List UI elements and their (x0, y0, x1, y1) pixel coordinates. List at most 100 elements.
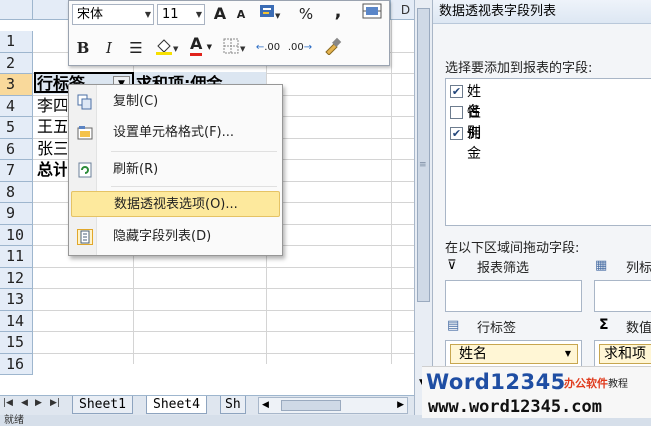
font-color-button[interactable]: A ▼ (187, 34, 215, 57)
cell-a4[interactable]: 李四 (37, 95, 67, 116)
font-name-combo[interactable]: 宋体 ▼ (72, 4, 154, 25)
scroll-thumb[interactable] (417, 8, 430, 302)
increase-decimal-button[interactable]: ←.00 (253, 37, 283, 59)
menu-item-label: 复制(C) (113, 94, 159, 109)
gridline (33, 288, 414, 289)
comma-style-button[interactable]: , (329, 1, 347, 23)
row-header[interactable]: 1 (0, 31, 33, 53)
columns-drop-area[interactable] (594, 280, 651, 312)
decrease-decimal-button[interactable]: .00→ (285, 37, 315, 59)
last-sheet-icon[interactable]: ▶| (50, 398, 60, 408)
vertical-scrollbar[interactable]: ≡ ▼ (414, 0, 432, 415)
first-sheet-icon[interactable]: |◀ (3, 398, 13, 408)
watermark-url: www.word12345.com (428, 397, 602, 417)
checkbox-unchecked[interactable] (450, 106, 463, 119)
menu-item-pivot-options[interactable]: 数据透视表选项(O)... (71, 191, 280, 217)
menu-item-label: 设置单元格格式(F)... (113, 125, 235, 140)
percent-style-button[interactable]: % (295, 3, 317, 25)
menu-item-copy[interactable]: 复制(C) (71, 89, 280, 115)
cell-a7-grand-total[interactable]: 总计 (37, 159, 67, 180)
scroll-right-icon[interactable]: ▶ (397, 400, 404, 410)
row-header[interactable]: 12 (0, 267, 33, 289)
fill-color-icon[interactable]: ▼ (153, 37, 181, 59)
row-header[interactable]: 15 (0, 332, 33, 354)
sheet-tab-bar: |◀ ◀ ▶ ▶| Sheet1 Sheet4 Sh ◀ ▶ (0, 395, 414, 415)
sheet-tab-sheet1[interactable]: Sheet1 (72, 396, 133, 414)
align-center-icon[interactable]: ☰ (125, 37, 147, 59)
row-header[interactable]: 13 (0, 289, 33, 311)
select-all-corner[interactable] (0, 0, 33, 20)
filter-icon: ⊽ (447, 258, 457, 273)
cell-a6[interactable]: 张三 (37, 138, 67, 159)
row-field-chip[interactable]: 姓名 ▼ (450, 344, 578, 364)
row-header[interactable]: 5 (0, 117, 33, 139)
gridline (33, 310, 414, 311)
border-grid-icon: ▼ (223, 38, 246, 54)
svg-text:▼: ▼ (173, 45, 179, 53)
field-list-box: ✔ 姓名 性别 ✔ 佣金 (445, 78, 651, 226)
value-field-chip[interactable]: 求和项 (599, 344, 651, 364)
shrink-font-button[interactable]: A (232, 4, 250, 26)
scroll-left-icon[interactable]: ◀ (262, 400, 269, 410)
menu-separator (111, 186, 277, 187)
row-header[interactable]: 7 (0, 160, 33, 182)
grow-font-button[interactable]: A (210, 3, 230, 25)
checkbox-checked[interactable]: ✔ (450, 85, 463, 98)
paint-bucket-icon: ▼ (156, 39, 179, 55)
mini-toolbar: 宋体 ▼ 11 ▼ A A ▼ % , B I ☰ ▼ A ▼ ▼ ←.00 .… (68, 0, 390, 66)
status-text: 就绪 (4, 415, 24, 426)
font-size-combo[interactable]: 11 ▼ (157, 4, 205, 25)
grip-icon: ≡ (419, 160, 427, 170)
menu-item-label: 数据透视表选项(O)... (114, 197, 238, 212)
scroll-thumb[interactable] (281, 400, 341, 411)
checkbox-checked[interactable]: ✔ (450, 127, 463, 140)
sheet-tab-sheet4[interactable]: Sheet4 (146, 396, 207, 414)
italic-button[interactable]: I (99, 37, 119, 59)
sheet-tab-partial[interactable]: Sh (220, 396, 246, 414)
prev-sheet-icon[interactable]: ◀ (21, 398, 28, 408)
row-header[interactable]: 16 (0, 353, 33, 375)
row-header[interactable]: 6 (0, 138, 33, 160)
borders-icon[interactable]: ▼ (221, 37, 249, 59)
gridline (33, 331, 414, 332)
menu-item-label: 刷新(R) (113, 162, 159, 177)
merge-icon (362, 3, 382, 19)
column-header-d[interactable]: D (391, 0, 414, 20)
format-cells-icon (77, 125, 93, 141)
row-header[interactable]: 9 (0, 203, 33, 225)
menu-item-hide-field-list[interactable]: 隐藏字段列表(D) (71, 224, 280, 250)
row-header[interactable]: 14 (0, 310, 33, 332)
format-painter-style-icon[interactable]: ▼ (255, 3, 287, 25)
watermark-brand: Word12345 (426, 370, 566, 394)
area-label-report-filter: 报表筛选 (477, 261, 530, 276)
gridline (33, 353, 414, 354)
row-header[interactable]: 8 (0, 181, 33, 203)
row-header[interactable]: 10 (0, 224, 33, 246)
menu-item-refresh[interactable]: 刷新(R) (71, 157, 280, 183)
row-header[interactable]: 11 (0, 246, 33, 268)
font-size-value: 11 (162, 7, 179, 22)
rows-icon: ▤ (447, 318, 460, 333)
horizontal-scrollbar[interactable]: ◀ ▶ (258, 397, 408, 414)
next-sheet-icon[interactable]: ▶ (35, 398, 42, 408)
report-filter-drop-area[interactable] (445, 280, 582, 312)
drag-fields-prompt: 在以下区域间拖动字段: (445, 241, 580, 256)
pivot-field-list-pane: 数据透视表字段列表 选择要添加到报表的字段: ✔ 姓名 性别 ✔ 佣金 在以下区… (432, 0, 651, 415)
merge-cells-icon[interactable] (359, 3, 385, 25)
styles-icon: ▼ (260, 5, 281, 20)
chevron-down-icon: ▼ (144, 10, 151, 19)
chevron-down-icon: ▼ (206, 43, 212, 51)
menu-item-format-cells[interactable]: 设置单元格格式(F)... (71, 120, 280, 146)
cell-a5[interactable]: 王五 (37, 116, 67, 137)
bold-button[interactable]: B (73, 37, 93, 59)
menu-item-label: 隐藏字段列表(D) (113, 229, 212, 244)
font-name-value: 宋体 (77, 7, 104, 22)
arrow-right-icon: → (303, 42, 313, 53)
row-header[interactable]: 2 (0, 52, 33, 74)
area-label-columns: 列标 (626, 261, 651, 276)
context-menu: 复制(C) 设置单元格格式(F)... 刷新(R) 数据透视表选项(O)... … (68, 84, 283, 256)
row-header[interactable]: 4 (0, 95, 33, 117)
format-painter-icon[interactable] (321, 37, 345, 59)
increase-decimal-label: .00 (264, 42, 281, 53)
row-header-selected[interactable]: 3 (0, 74, 33, 96)
